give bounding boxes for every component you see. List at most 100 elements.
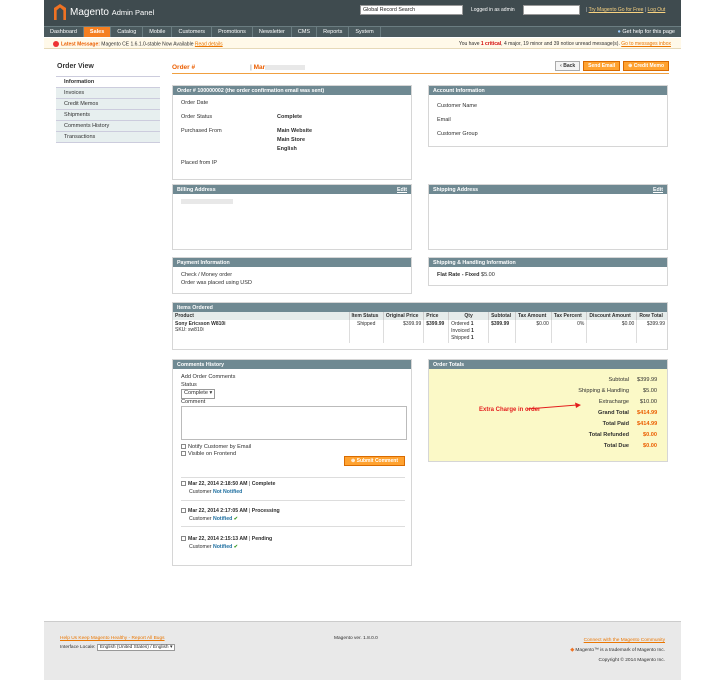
try-magento-link[interactable]: Try Magento Go for Free <box>589 7 644 13</box>
payment-method: Check / Money order <box>181 272 233 278</box>
community-link[interactable]: Connect with the Magento Community <box>584 638 665 643</box>
help-label: Get help for this page <box>622 29 675 35</box>
page-title-bar: Order # | Mar ‹ Back Send Email ⊕ Credit… <box>172 60 669 74</box>
sidebar-item-transactions[interactable]: Transactions <box>56 131 160 143</box>
read-details-link[interactable]: Read details <box>195 41 223 47</box>
col-product: Product <box>173 312 350 320</box>
history-bullet-icon <box>181 481 186 487</box>
totals-row-refunded: Total Refunded $0.00 <box>588 432 657 438</box>
locale-value: English (United States) / English <box>99 645 169 650</box>
shipping-price: $5.00 <box>481 272 495 278</box>
main-nav: Dashboard Sales Catalog Mobile Customers… <box>44 26 681 37</box>
sidebar-item-information[interactable]: Information <box>56 76 160 87</box>
store-name: Main Store <box>277 137 306 143</box>
nav-newsletter[interactable]: Newsletter <box>253 27 292 37</box>
nav-reports[interactable]: Reports <box>317 27 350 37</box>
message-label: Latest Message: <box>61 41 100 48</box>
notify-checkbox[interactable] <box>181 443 186 449</box>
item-status: Shipped <box>349 320 384 343</box>
app-title: Magento <box>70 6 109 18</box>
sidebar-title: Order View <box>57 63 94 70</box>
sidebar-item-comments-history[interactable]: Comments History <box>56 120 160 131</box>
items-header-row: Product Item Status Original Price Price… <box>173 312 667 320</box>
footer: Help Us Keep Magento Healthy - Report Al… <box>44 621 681 680</box>
customer-name: Mar <box>253 64 266 71</box>
shipping-handling-box: Shipping & Handling Information Flat Rat… <box>428 257 668 286</box>
totals-row-shipping: Shipping & Handling $5.00 <box>578 388 657 394</box>
history-bullet-icon <box>181 536 186 542</box>
sidebar-item-shipments[interactable]: Shipments <box>56 109 160 120</box>
redacted-name <box>265 64 306 70</box>
account-info-heading: Account Information <box>429 86 667 95</box>
secondary-input[interactable] <box>523 5 580 15</box>
nav-sales[interactable]: Sales <box>83 27 112 37</box>
email-label: Email <box>437 117 451 123</box>
status-value: Complete <box>184 390 208 396</box>
submit-comment-button[interactable]: ⊕ Submit Comment <box>344 456 405 466</box>
logout-link[interactable]: Log Out <box>648 7 666 13</box>
locale-select[interactable]: English (United States) / English ▾ <box>96 644 176 651</box>
magento-logo[interactable]: Magento Admin Panel <box>54 4 154 20</box>
report-bugs-link[interactable]: Help Us Keep Magento Healthy - Report Al… <box>60 636 165 641</box>
qty-invoiced: 1 <box>471 328 474 334</box>
shipping-method: Flat Rate - Fixed <box>437 272 480 278</box>
visible-label: Visible on Frontend <box>188 451 237 457</box>
col-original-price: Original Price <box>383 312 425 320</box>
nav-customers[interactable]: Customers <box>172 27 213 37</box>
shipping-address-box: Shipping Address Edit <box>428 184 668 250</box>
billing-heading: Billing Address <box>177 187 216 193</box>
credit-memo-label: Credit Memo <box>633 63 664 69</box>
page: Magento Admin Panel Global Record Search… <box>44 0 681 680</box>
notify-label: Notify Customer by Email <box>188 443 252 450</box>
critical-count: 1 critical <box>480 41 502 47</box>
payment-info-box: Payment Information Check / Money order … <box>172 257 412 294</box>
col-item-status: Item Status <box>349 312 384 320</box>
history-bullet-icon <box>181 508 186 514</box>
shipping-edit-link[interactable]: Edit <box>653 187 663 193</box>
col-price: Price <box>423 312 450 320</box>
magento-logo-icon <box>54 4 66 20</box>
items-ordered-box: Items Ordered Product Item Status Origin… <box>172 302 668 350</box>
billing-edit-link[interactable]: Edit <box>397 187 407 193</box>
nav-cms[interactable]: CMS <box>292 27 318 37</box>
help-link[interactable]: ● Get help for this page <box>612 27 681 37</box>
notified-check-icon: ✔ <box>233 544 239 550</box>
nav-catalog[interactable]: Catalog <box>111 27 144 37</box>
qty-shipped: 1 <box>470 335 474 341</box>
arrow-icon <box>526 402 581 410</box>
credit-memo-button[interactable]: ⊕ Credit Memo <box>623 61 669 71</box>
nav-system[interactable]: System <box>349 27 381 37</box>
status-select[interactable]: Complete ▾ <box>181 389 216 399</box>
comments-heading: Comments History <box>173 360 411 369</box>
sidebar-item-invoices[interactable]: Invoices <box>56 87 160 98</box>
messages-inbox-link[interactable]: Go to messages inbox <box>621 41 671 47</box>
list-item: Mar 22, 2014 2:18:50 AM | Complete Custo… <box>181 481 275 495</box>
comment-label: Comment <box>181 398 206 405</box>
items-heading: Items Ordered <box>173 303 667 312</box>
send-email-button[interactable]: Send Email <box>583 61 621 71</box>
back-button[interactable]: ‹ Back <box>555 61 581 71</box>
back-label: Back <box>563 63 576 69</box>
version-text: Magento ver. 1.8.0.0 <box>334 636 378 641</box>
order-info-heading: Order # 100000002 (the order confirmatio… <box>173 86 411 95</box>
totals-heading: Order Totals <box>429 360 667 369</box>
comment-textarea[interactable] <box>181 406 407 440</box>
nav-promotions[interactable]: Promotions <box>212 27 253 37</box>
app-subtitle: Admin Panel <box>111 7 155 17</box>
message-text: Magento CE 1.6.1.0-stable Now Available <box>101 41 194 48</box>
submit-label: Submit Comment <box>356 458 398 464</box>
sidebar-item-credit-memos[interactable]: Credit Memos <box>56 98 160 109</box>
payment-currency: Order was placed using USD <box>181 280 252 286</box>
copyright-text: Copyright © 2014 Magento Inc. <box>598 658 665 663</box>
col-tax-percent: Tax Percent <box>551 312 588 320</box>
locale-label: Interface Locale: <box>60 645 96 650</box>
nav-dashboard[interactable]: Dashboard <box>44 27 84 37</box>
totals-row-paid: Total Paid $414.99 <box>602 421 658 427</box>
visible-checkbox[interactable] <box>181 451 186 457</box>
alert-icon <box>53 41 59 47</box>
redacted-address <box>181 199 233 205</box>
list-item: Mar 22, 2014 2:15:13 AM | Pending Custom… <box>181 536 272 550</box>
global-search-input[interactable]: Global Record Search <box>360 5 463 15</box>
nav-mobile[interactable]: Mobile <box>143 27 173 37</box>
payment-heading: Payment Information <box>173 258 411 267</box>
